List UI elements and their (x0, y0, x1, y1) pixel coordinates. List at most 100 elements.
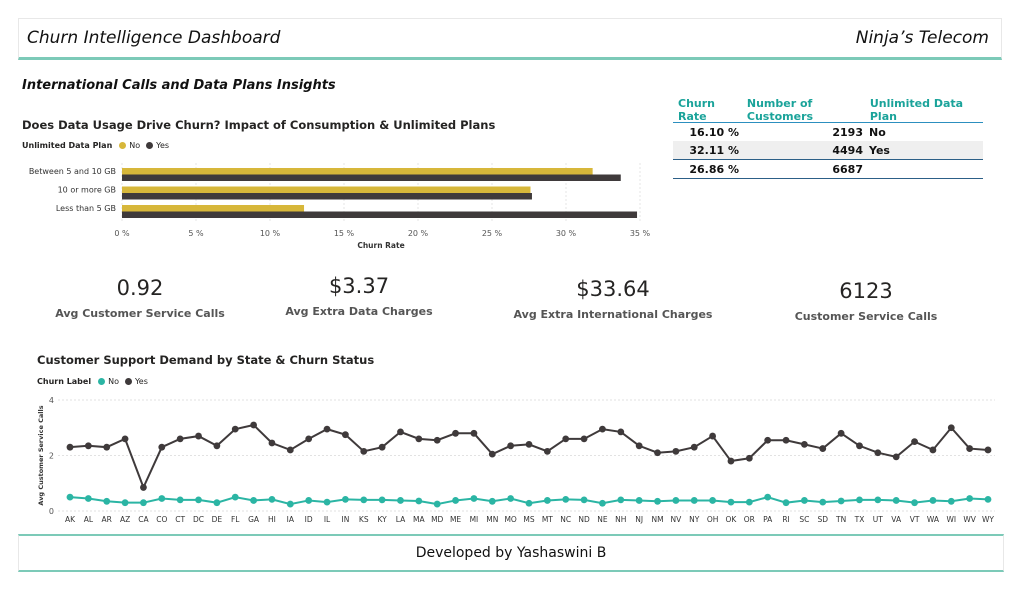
total-churn-rate: 26.86 % (689, 162, 739, 176)
line-x-tick-label: TX (854, 515, 865, 524)
line-x-tick-label: CO (156, 515, 167, 524)
line-x-tick-label: VT (910, 515, 920, 524)
line-point-no (654, 497, 661, 505)
bar-x-tick-label: 5 % (188, 229, 204, 238)
line-x-tick-label: NE (597, 515, 608, 524)
bar-legend-no-label: No (129, 141, 141, 150)
line-y-tick-label: 4 (49, 396, 54, 405)
line-legend-no-swatch (98, 378, 106, 385)
line-point-no (892, 497, 900, 504)
line-point-no (966, 495, 974, 502)
line-x-tick-label: ME (450, 515, 461, 524)
kpi-extra-data-charges-label: Avg Extra Data Charges (285, 305, 433, 318)
dashboard-title: Churn Intelligence Dashboard (27, 28, 281, 48)
line-point-no (856, 496, 863, 504)
line-point-no (415, 497, 423, 505)
churn-table: Churn Rate Number of Customers Unlimited… (673, 97, 983, 179)
line-point-yes (819, 445, 827, 452)
line-chart[interactable]: 0 2 4 Avg Customer Service Calls AK AL AR AZ CA C… (30, 390, 1005, 530)
section-title: International Calls and Data Plans Insig… (22, 78, 336, 93)
line-point-no (470, 495, 478, 502)
line-point-no (158, 495, 166, 502)
line-x-tick-label: SC (799, 515, 809, 524)
line-legend-yes-swatch (124, 378, 132, 385)
line-x-tick-label: GA (248, 515, 260, 524)
line-chart-title: Customer Support Demand by State & Churn… (37, 353, 375, 367)
line-point-yes (195, 432, 202, 440)
col-header-customers[interactable]: Number of Customers (747, 97, 870, 123)
bar-chart[interactable]: 0 % 5 % 10 % 15 % 20 % 25 % 30 % 35 % Between 5 … (0, 155, 670, 255)
line-x-tick-label: IA (287, 515, 295, 524)
line-point-no (231, 493, 239, 501)
line-point-yes (892, 453, 900, 461)
line-point-no (947, 497, 955, 505)
table-header: Churn Rate Number of Customers Unlimited… (673, 97, 983, 123)
line-point-no (103, 497, 111, 505)
kpi-extra-intl-charges-value: $33.64 (576, 277, 650, 301)
line-point-yes (984, 446, 992, 454)
line-x-tick-label: FL (231, 515, 240, 524)
line-point-yes (654, 449, 661, 457)
kpi-service-calls-label: Customer Service Calls (794, 310, 938, 323)
kpi-extra-data-charges-value: $3.37 (328, 274, 390, 298)
line-point-yes (929, 446, 937, 454)
col-header-plan[interactable]: Unlimited Data Plan (870, 97, 983, 123)
line-x-tick-label: RI (782, 515, 789, 524)
company-name: Ninja’s Telecom (855, 28, 989, 48)
line-point-no (378, 496, 386, 504)
bar-chart-legend[interactable]: Unlimited Data Plan No Yes (22, 141, 172, 150)
line-point-no (690, 497, 698, 504)
line-point-yes (378, 443, 386, 451)
line-y-tick-label: 2 (49, 452, 54, 461)
line-point-no (66, 493, 74, 501)
line-x-tick-label: WV (963, 515, 976, 524)
line-point-no (213, 499, 221, 507)
line-series-yes (69, 423, 989, 491)
line-point-yes (727, 457, 735, 465)
line-point-yes (764, 436, 772, 444)
line-point-yes (599, 425, 606, 433)
col-header-churn-rate[interactable]: Churn Rate (673, 97, 747, 123)
bar-category-label: 10 or more GB (58, 186, 116, 195)
line-point-yes (250, 421, 257, 429)
line-x-tick-label: MO (504, 515, 516, 524)
line-point-yes (452, 429, 459, 437)
line-point-no (819, 498, 827, 506)
line-x-tick-label: OR (744, 515, 755, 524)
bar-chart-title: Does Data Usage Drive Churn? Impact of C… (22, 118, 496, 132)
total-customers: 6687 (832, 162, 863, 176)
line-point-yes (158, 443, 166, 451)
bar-x-tick-label: 35 % (630, 229, 651, 238)
bar-x-tick-label: 0 % (114, 229, 130, 238)
table-total-row: 26.86 % 6687 (673, 159, 983, 179)
line-point-no (488, 497, 496, 505)
bar-legend-title: Unlimited Data Plan (22, 141, 113, 150)
cell-plan: Yes (869, 143, 890, 157)
line-x-tick-label: ID (305, 515, 313, 524)
line-point-yes (342, 431, 349, 439)
line-point-yes (286, 446, 294, 454)
line-x-tick-label: CA (138, 515, 149, 524)
line-point-yes (543, 447, 551, 455)
header-bar: Churn Intelligence Dashboard Ninja’s Tel… (18, 18, 1002, 60)
line-x-tick-label: AZ (120, 515, 130, 524)
line-point-yes (66, 443, 74, 451)
line-legend-no-label: No (108, 377, 119, 386)
line-point-yes (84, 442, 92, 450)
line-point-no (286, 500, 294, 508)
bar-x-tick-label: 20 % (408, 229, 429, 238)
cell-plan: No (869, 125, 886, 139)
line-point-no (599, 499, 606, 507)
bar-category-label: Between 5 and 10 GB (29, 167, 116, 176)
line-point-yes (745, 454, 753, 462)
line-x-tick-label: AL (84, 515, 94, 524)
line-point-no (911, 499, 918, 507)
line-point-yes (305, 435, 313, 443)
line-chart-legend[interactable]: Churn Label No Yes (37, 377, 151, 386)
line-point-yes (947, 424, 955, 432)
line-point-no (525, 499, 533, 507)
bar-legend-no-swatch (119, 142, 127, 149)
line-x-tick-label: NH (615, 515, 626, 524)
bar-x-axis-title: Churn Rate (357, 241, 404, 250)
bar-x-tick-label: 30 % (556, 229, 577, 238)
